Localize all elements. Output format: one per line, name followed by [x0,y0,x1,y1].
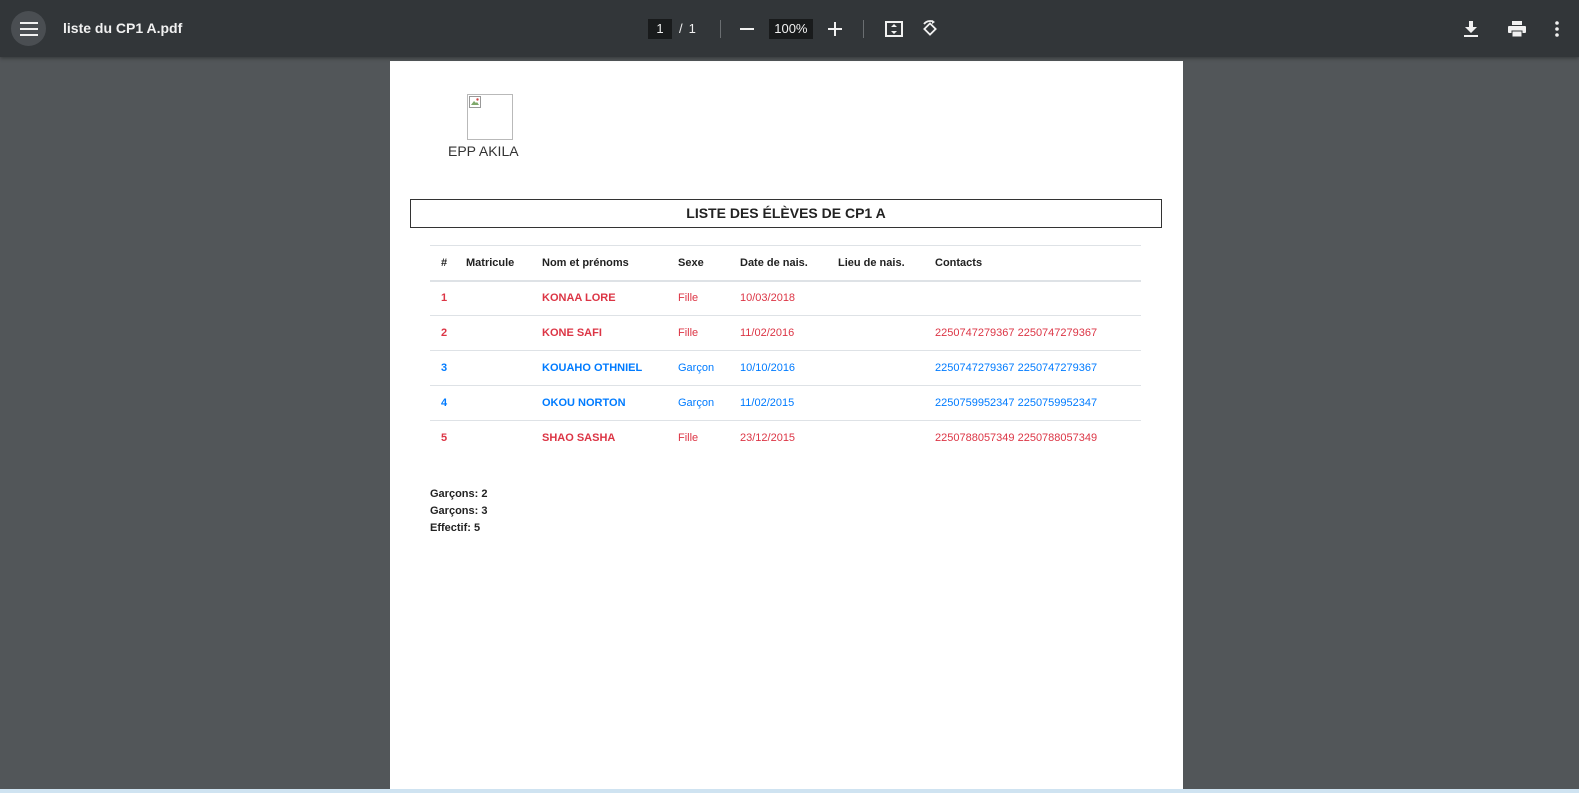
cell-lieu [827,280,924,316]
cell-matricule [455,385,531,421]
cell-lieu [827,350,924,386]
header-sexe: Sexe [667,245,729,282]
cell-contacts: 2250747279367 2250747279367 [924,315,1141,351]
table-header-row: # Matricule Nom et prénoms Sexe Date de … [430,245,1141,282]
cell-num: 1 [430,280,455,316]
header-matricule: Matricule [455,245,531,282]
download-button[interactable] [1457,15,1485,43]
cell-matricule [455,421,531,456]
page-controls: 1 / 1 100% [648,0,944,57]
cell-lieu [827,315,924,351]
cell-date: 10/03/2018 [729,280,827,316]
cell-contacts: 2250759952347 2250759952347 [924,385,1141,421]
cell-sexe: Fille [667,280,729,316]
total-girls: Garçons: 3 [430,505,488,517]
page-separator: / [679,21,683,36]
header-nom: Nom et prénoms [531,245,667,282]
total-effectif: Effectif: 5 [430,522,481,534]
header-date: Date de nais. [729,245,827,282]
cell-matricule [455,350,531,386]
cell-nom: KOUAHO OTHNIEL [531,350,667,386]
toolbar-divider [862,19,864,38]
menu-icon [19,21,38,36]
cell-contacts: 2250788057349 2250788057349 [935,432,1098,445]
more-vert-icon [1555,20,1559,37]
cell-date: 11/02/2016 [729,315,827,351]
cell-nom: OKOU NORTON [531,385,667,421]
menu-button[interactable] [11,11,46,46]
cell-contacts [924,280,1141,316]
cell-nom: SHAO SASHA [542,432,616,445]
cell-sexe: Garçon [667,385,729,421]
list-title: LISTE DES ÉLÈVES DE CP1 A [410,199,1162,228]
cell-num: 2 [430,315,455,351]
total-boys: Garçons: 2 [430,488,488,500]
cell-contacts: 2250747279367 2250747279367 [924,350,1141,386]
zoom-out-button[interactable] [733,15,761,43]
rotate-button[interactable] [916,15,944,43]
zoom-in-button[interactable] [821,15,849,43]
header-num: # [430,245,455,282]
toolbar-divider [719,19,721,38]
print-icon [1508,20,1526,37]
fit-page-button[interactable] [880,15,908,43]
cell-date: 10/10/2016 [729,350,827,386]
more-options-button[interactable] [1543,15,1571,43]
minus-icon [739,27,754,30]
table-row: 3 KOUAHO OTHNIEL Garçon 10/10/2016 22507… [430,350,1141,386]
cell-date: 11/02/2015 [729,385,827,421]
zoom-level-input[interactable]: 100% [768,18,813,39]
pdf-page: EPP AKILA LISTE DES ÉLÈVES DE CP1 A # Ma… [390,61,1183,793]
file-title: liste du CP1 A.pdf [63,20,183,36]
bottom-strip [0,789,1579,793]
plus-icon [827,21,842,36]
total-pages: 1 [688,21,696,36]
header-lieu: Lieu de nais. [827,245,924,282]
cell-matricule [455,315,531,351]
table-row: 1 KONAA LORE Fille 10/03/2018 [430,280,1141,316]
download-icon [1464,20,1478,37]
print-button[interactable] [1503,15,1531,43]
cell-matricule [455,280,531,316]
school-logo [467,94,513,140]
cell-nom: KONAA LORE [531,280,667,316]
cell-lieu [827,421,924,456]
pdf-toolbar: liste du CP1 A.pdf 1 / 1 100% [0,0,1579,57]
table-row: 4 OKOU NORTON Garçon 11/02/2015 22507599… [430,385,1141,421]
table-row: 2 KONE SAFI Fille 11/02/2016 22507472793… [430,315,1141,351]
cell-num: 4 [430,385,455,421]
rotate-icon [922,19,937,36]
fit-page-icon [884,20,903,37]
cell-nom: KONE SAFI [531,315,667,351]
right-controls [1457,0,1571,57]
cell-sexe: Garçon [667,350,729,386]
cell-num: 5 [441,432,448,445]
cell-date: 23/12/2015 [740,432,796,445]
students-table: # Matricule Nom et prénoms Sexe Date de … [430,245,1141,456]
current-page-input[interactable]: 1 [648,18,672,39]
cell-sexe: Fille [678,432,699,445]
table-row: 5 SHAO SASHA Fille 23/12/2015 2250788057… [430,421,1141,456]
cell-sexe: Fille [667,315,729,351]
school-name: EPP AKILA [448,143,519,159]
cell-num: 3 [430,350,455,386]
header-contacts: Contacts [924,245,1141,282]
broken-image-icon [469,96,481,108]
cell-lieu [827,385,924,421]
totals-summary: Garçons: 2 Garçons: 3 Effectif: 5 [430,486,487,537]
